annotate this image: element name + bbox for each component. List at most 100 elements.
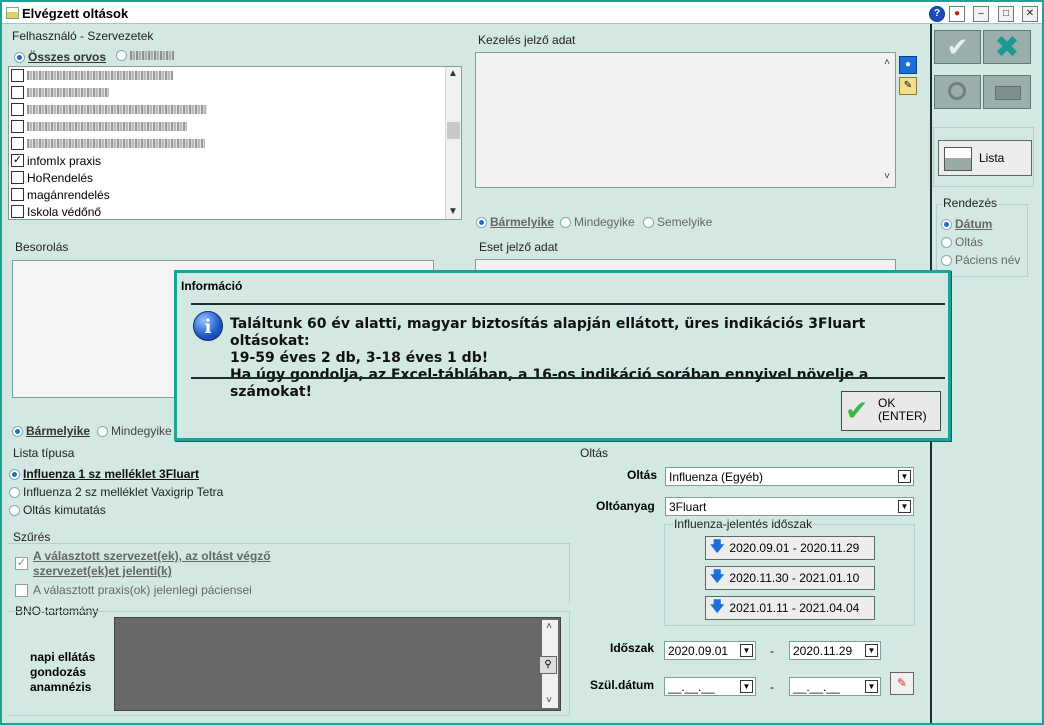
birthdate-label: Szül.dátum <box>590 678 655 692</box>
cancel-button[interactable]: ✖ <box>983 30 1031 64</box>
list-item[interactable] <box>11 135 205 152</box>
preview-button[interactable] <box>934 75 981 109</box>
list-item[interactable]: ✓ infomIx praxis <box>11 152 101 169</box>
birthdate-from-input[interactable]: __.__.__ ▼ <box>664 677 756 696</box>
filter-checkbox-patients[interactable] <box>15 584 28 597</box>
close-button[interactable]: ✕ <box>1022 6 1038 22</box>
list-item[interactable] <box>11 101 207 118</box>
pin-icon[interactable]: ● <box>949 6 965 22</box>
checkbox[interactable] <box>11 205 24 218</box>
search-icon[interactable]: ● <box>899 56 917 74</box>
list-item[interactable]: magánrendelés <box>11 186 110 203</box>
scroll-up-icon[interactable]: ▲ <box>446 67 460 81</box>
checkbox[interactable] <box>11 171 24 184</box>
scroll-down-icon[interactable]: ˅ <box>542 694 556 708</box>
besorolas-title: Besorolás <box>14 240 70 254</box>
radio-indicator <box>941 218 952 230</box>
dialog-divider-top <box>191 303 945 305</box>
besorolas-match-any[interactable]: Bármelyike <box>12 424 90 438</box>
kezeles-match-none[interactable]: Semelyike <box>643 215 712 229</box>
scroll-up-icon[interactable]: ˄ <box>880 56 894 70</box>
kezeles-match-any[interactable]: Bármelyike <box>476 215 554 229</box>
chevron-down-icon[interactable]: ▼ <box>865 680 878 693</box>
sort-title: Rendezés <box>942 196 999 210</box>
scroll-down-icon[interactable]: ▼ <box>446 205 460 219</box>
vaccination-select[interactable]: Influenza (Egyéb) ▼ <box>665 467 914 486</box>
birthdate-dash: - <box>770 680 774 694</box>
radio-all-doctors[interactable]: Összes orvos <box>14 50 106 64</box>
radio-indicator <box>9 486 20 498</box>
eset-title: Eset jelző adat <box>478 240 559 254</box>
bno-box[interactable]: ˄ ˅ <box>114 617 561 711</box>
organization-list[interactable]: ✓ infomIx praxis HoRendelés magánrendelés… <box>8 66 462 220</box>
list-type-option-3[interactable]: Oltás kimutatás <box>9 503 106 517</box>
bno-search-icon[interactable]: ⚲ <box>539 656 557 674</box>
radio-indicator <box>476 216 487 228</box>
period-button-3[interactable]: 🡇 2021.01.11 - 2021.04.04 <box>705 596 875 620</box>
period-dash: - <box>770 644 774 658</box>
list-button[interactable]: Lista <box>938 140 1032 176</box>
list-type-option-1[interactable]: Influenza 1 sz melléklet 3Fluart <box>9 467 199 481</box>
list-item[interactable] <box>11 118 187 135</box>
chevron-down-icon[interactable]: ▼ <box>865 644 878 657</box>
window-title: Elvégzett oltások <box>22 6 129 21</box>
checkmark-icon: ✔ <box>845 395 869 426</box>
restore-button[interactable]: □ <box>998 6 1014 22</box>
sort-option-date[interactable]: Dátum <box>941 217 992 231</box>
period-button-1[interactable]: 🡇 2020.09.01 - 2020.11.29 <box>705 536 875 560</box>
filter-checkbox-org[interactable]: ✓ <box>15 557 28 570</box>
chevron-down-icon[interactable]: ▼ <box>898 470 911 483</box>
edit-icon[interactable]: ✎ <box>899 77 917 95</box>
list-item[interactable]: HoRendelés <box>11 169 93 186</box>
confirm-button[interactable]: ✔ <box>934 30 981 64</box>
help-icon[interactable]: ? <box>929 6 945 22</box>
filter-title: Szűrés <box>12 530 52 544</box>
period-button-2[interactable]: 🡇 2020.11.30 - 2021.01.10 <box>705 566 875 590</box>
ok-button[interactable]: ✔ OK (ENTER) <box>841 391 941 431</box>
kezeles-box[interactable]: ˄ ˅ <box>475 52 896 188</box>
period-to-input[interactable]: 2020.11.29 ▼ <box>789 641 881 660</box>
besorolas-match-all[interactable]: Mindegyike <box>97 424 172 438</box>
checkbox[interactable] <box>11 69 24 82</box>
eraser-icon[interactable]: ✎ <box>890 672 914 695</box>
kezeles-match-all[interactable]: Mindegyike <box>560 215 635 229</box>
chevron-down-icon[interactable]: ▼ <box>740 680 753 693</box>
list-scrollbar[interactable]: ▲ ▼ <box>445 67 461 219</box>
kezeles-title: Kezelés jelző adat <box>477 33 577 47</box>
checkbox[interactable] <box>11 103 24 116</box>
printer-icon <box>995 86 1021 100</box>
redacted-text <box>27 71 173 80</box>
users-group-title: Felhasználó - Szervezetek <box>11 29 155 43</box>
list-item[interactable] <box>11 67 173 84</box>
chevron-down-icon[interactable]: ▼ <box>740 644 753 657</box>
minimize-button[interactable]: – <box>973 6 989 22</box>
radio-indicator <box>9 468 20 480</box>
period-from-input[interactable]: 2020.09.01 ▼ <box>664 641 756 660</box>
list-type-option-2[interactable]: Influenza 2 sz melléklet Vaxigrip Tetra <box>9 485 223 499</box>
vaccination-label: Oltás <box>627 468 658 482</box>
checkbox[interactable]: ✓ <box>11 154 24 167</box>
dialog-message: Találtunk 60 év alatti, magyar biztosítá… <box>230 316 869 400</box>
print-button[interactable] <box>983 75 1031 109</box>
sort-option-vaccination[interactable]: Oltás <box>941 235 983 249</box>
scroll-up-icon[interactable]: ˄ <box>542 620 556 634</box>
birthdate-to-input[interactable]: __.__.__ ▼ <box>789 677 881 696</box>
redacted-text <box>130 51 174 60</box>
scroll-thumb[interactable] <box>447 122 460 139</box>
list-item[interactable] <box>11 84 109 101</box>
checkbox[interactable] <box>11 120 24 133</box>
checkbox[interactable] <box>11 137 24 150</box>
checkbox[interactable] <box>11 188 24 201</box>
list-item[interactable]: Iskola védőnő <box>11 203 101 220</box>
printer-icon <box>944 147 972 171</box>
vaccine-label: Oltóanyag <box>596 499 655 513</box>
magnifier-icon <box>948 82 966 100</box>
vaccine-select[interactable]: 3Fluart ▼ <box>665 497 914 516</box>
redacted-text <box>27 105 207 114</box>
radio-other[interactable] <box>116 50 174 61</box>
sort-option-patient[interactable]: Páciens név <box>941 253 1020 267</box>
redacted-text <box>27 122 187 131</box>
scroll-down-icon[interactable]: ˅ <box>880 170 894 184</box>
chevron-down-icon[interactable]: ▼ <box>898 500 911 513</box>
checkbox[interactable] <box>11 86 24 99</box>
